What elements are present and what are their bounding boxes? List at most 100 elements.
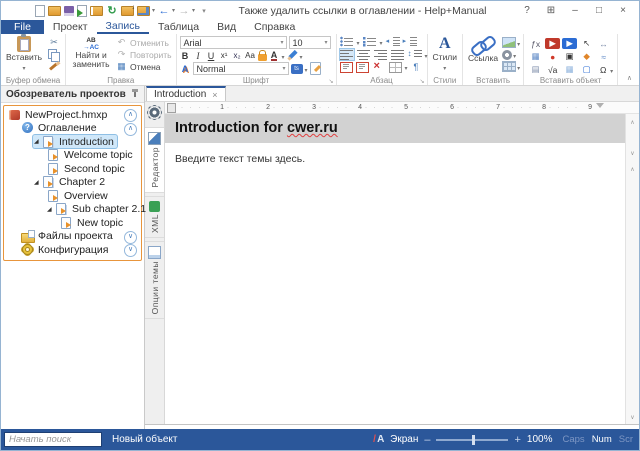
save-icon[interactable] — [64, 6, 74, 16]
align-left-icon[interactable] — [340, 49, 354, 60]
zoom-in-button[interactable]: + — [514, 434, 520, 446]
insert-table-icon[interactable] — [502, 61, 516, 72]
styles-button[interactable]: Стили — [430, 35, 461, 74]
increase-indent-icon[interactable] — [403, 36, 417, 47]
listbox-icon[interactable]: ▤ — [528, 64, 543, 75]
topic-content[interactable]: Introduction for cwer.ru Введите текст т… — [165, 114, 625, 424]
image-icon[interactable]: ▣ — [562, 51, 577, 62]
collapse-heading-icon[interactable] — [626, 150, 639, 157]
new-file-icon[interactable] — [35, 5, 45, 17]
symbol-omega-icon[interactable]: Ω — [596, 64, 610, 75]
paragraph-style-select[interactable]: Normal — [193, 62, 289, 75]
find-replace-button[interactable]: Найти и заменить — [68, 35, 114, 74]
tree-item-second-topic[interactable]: Second topic — [4, 162, 141, 176]
chevron-down-icon[interactable]: ∨ — [124, 244, 137, 257]
tree-item-overview[interactable]: Overview — [4, 189, 141, 203]
export-icon-caret[interactable] — [152, 7, 155, 14]
insert-image-caret-icon[interactable] — [517, 38, 520, 48]
change-case-button[interactable] — [245, 50, 256, 61]
font-color-button[interactable] — [269, 50, 280, 61]
subscript-button[interactable] — [232, 50, 243, 61]
pin-icon[interactable] — [131, 89, 139, 99]
zoom-out-button[interactable]: – — [424, 434, 430, 446]
formula-icon[interactable]: √a — [545, 64, 560, 75]
chevron-up-icon[interactable]: ∧ — [124, 109, 137, 122]
link-button[interactable]: Ссылка — [465, 35, 501, 74]
back-icon-caret[interactable] — [172, 7, 175, 14]
compile-icon[interactable] — [77, 5, 87, 17]
forward-icon[interactable] — [178, 5, 190, 17]
back-icon[interactable] — [158, 5, 170, 17]
video-icon[interactable]: ▶ — [562, 38, 577, 49]
justify-icon[interactable] — [391, 49, 405, 60]
search-input[interactable] — [4, 432, 102, 447]
collapse-ribbon-icon[interactable] — [627, 74, 632, 82]
export-icon[interactable] — [137, 6, 150, 16]
font-family-select[interactable]: Arial — [180, 36, 287, 49]
tree-item-configuration[interactable]: Конфигурация∨ — [4, 243, 141, 257]
editor-tab-introduction[interactable]: Introduction — [146, 86, 226, 101]
highlighter-caret-icon[interactable] — [300, 51, 303, 61]
tree-item-chapter-2[interactable]: Chapter 2 — [4, 176, 141, 190]
tree-item-sub-chapter-2-1[interactable]: Sub chapter 2.1 — [4, 203, 141, 217]
vertical-scrollbar[interactable] — [625, 114, 639, 424]
side-tab-editor[interactable]: Редактор — [145, 127, 164, 193]
frame-icon[interactable]: ▢ — [579, 64, 594, 75]
break-icon[interactable]: ↔ — [596, 38, 611, 49]
help-button[interactable]: ? — [515, 5, 539, 16]
insert-media-icon[interactable] — [502, 50, 512, 60]
show-formatting-icon[interactable] — [411, 62, 425, 73]
snippet-icon[interactable]: ▶ — [545, 38, 560, 49]
highlighter-icon[interactable] — [287, 50, 298, 61]
expander-icon[interactable] — [34, 138, 42, 145]
font-size-select[interactable]: 10 — [289, 36, 331, 49]
cut-icon[interactable] — [47, 37, 61, 49]
expander-icon[interactable] — [47, 206, 55, 213]
line-spacing-icon[interactable] — [408, 49, 422, 60]
tree-item-project-root[interactable]: NewProject.hmxp∧ — [4, 108, 141, 122]
insert-table-caret-icon[interactable] — [517, 62, 520, 72]
scroll-up-icon[interactable] — [626, 119, 639, 126]
underline-button[interactable] — [206, 50, 217, 61]
table-grid-icon[interactable]: ▦ — [528, 51, 543, 62]
sync-icon[interactable] — [106, 5, 118, 17]
close-button[interactable]: × — [611, 5, 635, 16]
ribbon-tab-вид[interactable]: Вид — [208, 20, 245, 34]
tree-item-introduction[interactable]: Introduction — [4, 135, 141, 149]
grid-icon[interactable]: ▦ — [562, 64, 577, 75]
bullet-list-icon[interactable] — [340, 36, 354, 47]
tree-item-welcome-topic[interactable]: Welcome topic — [4, 149, 141, 163]
lock-icon[interactable] — [258, 54, 267, 61]
symbol-omega-icon-caret[interactable] — [610, 65, 613, 75]
ribbon-tab-справка[interactable]: Справка — [245, 20, 304, 34]
minimize-button[interactable]: – — [563, 5, 587, 16]
chevron-up-icon[interactable]: ∧ — [124, 123, 137, 136]
anchor-marker-icon[interactable]: ● — [545, 51, 560, 62]
maximize-button[interactable]: □ — [587, 5, 611, 16]
publish-icon[interactable] — [90, 6, 103, 16]
new-object-label[interactable]: Новый объект — [112, 434, 177, 445]
font-color-caret-icon[interactable] — [282, 51, 285, 61]
ribbon-tab-file[interactable]: File — [1, 20, 44, 34]
paragraph-border-icon[interactable] — [340, 62, 353, 73]
ribbon-options-button[interactable]: ⊞ — [539, 5, 563, 16]
superscript-button[interactable] — [219, 50, 230, 61]
format-painter-icon[interactable] — [47, 60, 61, 72]
zoom-slider-thumb[interactable] — [472, 435, 475, 445]
tree-item-project-files[interactable]: Файлы проекта∨ — [4, 230, 141, 244]
tree-item-new-topic[interactable]: New topic — [4, 216, 141, 230]
scroll-up-body-icon[interactable] — [626, 166, 639, 173]
chevron-down-icon[interactable]: ∨ — [124, 231, 137, 244]
decrease-indent-icon[interactable] — [386, 36, 400, 47]
bold-button[interactable] — [180, 50, 191, 61]
align-center-icon[interactable] — [357, 49, 371, 60]
function-icon[interactable]: ƒx — [528, 38, 543, 49]
save-as-icon[interactable] — [121, 6, 134, 16]
borders-caret-icon[interactable] — [405, 62, 408, 72]
insert-image-icon[interactable] — [502, 37, 516, 48]
text-style-box-icon[interactable] — [291, 64, 303, 74]
edit-style-page-icon[interactable] — [310, 62, 321, 75]
left-margin-marker[interactable] — [167, 103, 176, 113]
clear-formatting-icon[interactable] — [372, 62, 386, 73]
text-style-caret-icon[interactable] — [305, 64, 308, 74]
